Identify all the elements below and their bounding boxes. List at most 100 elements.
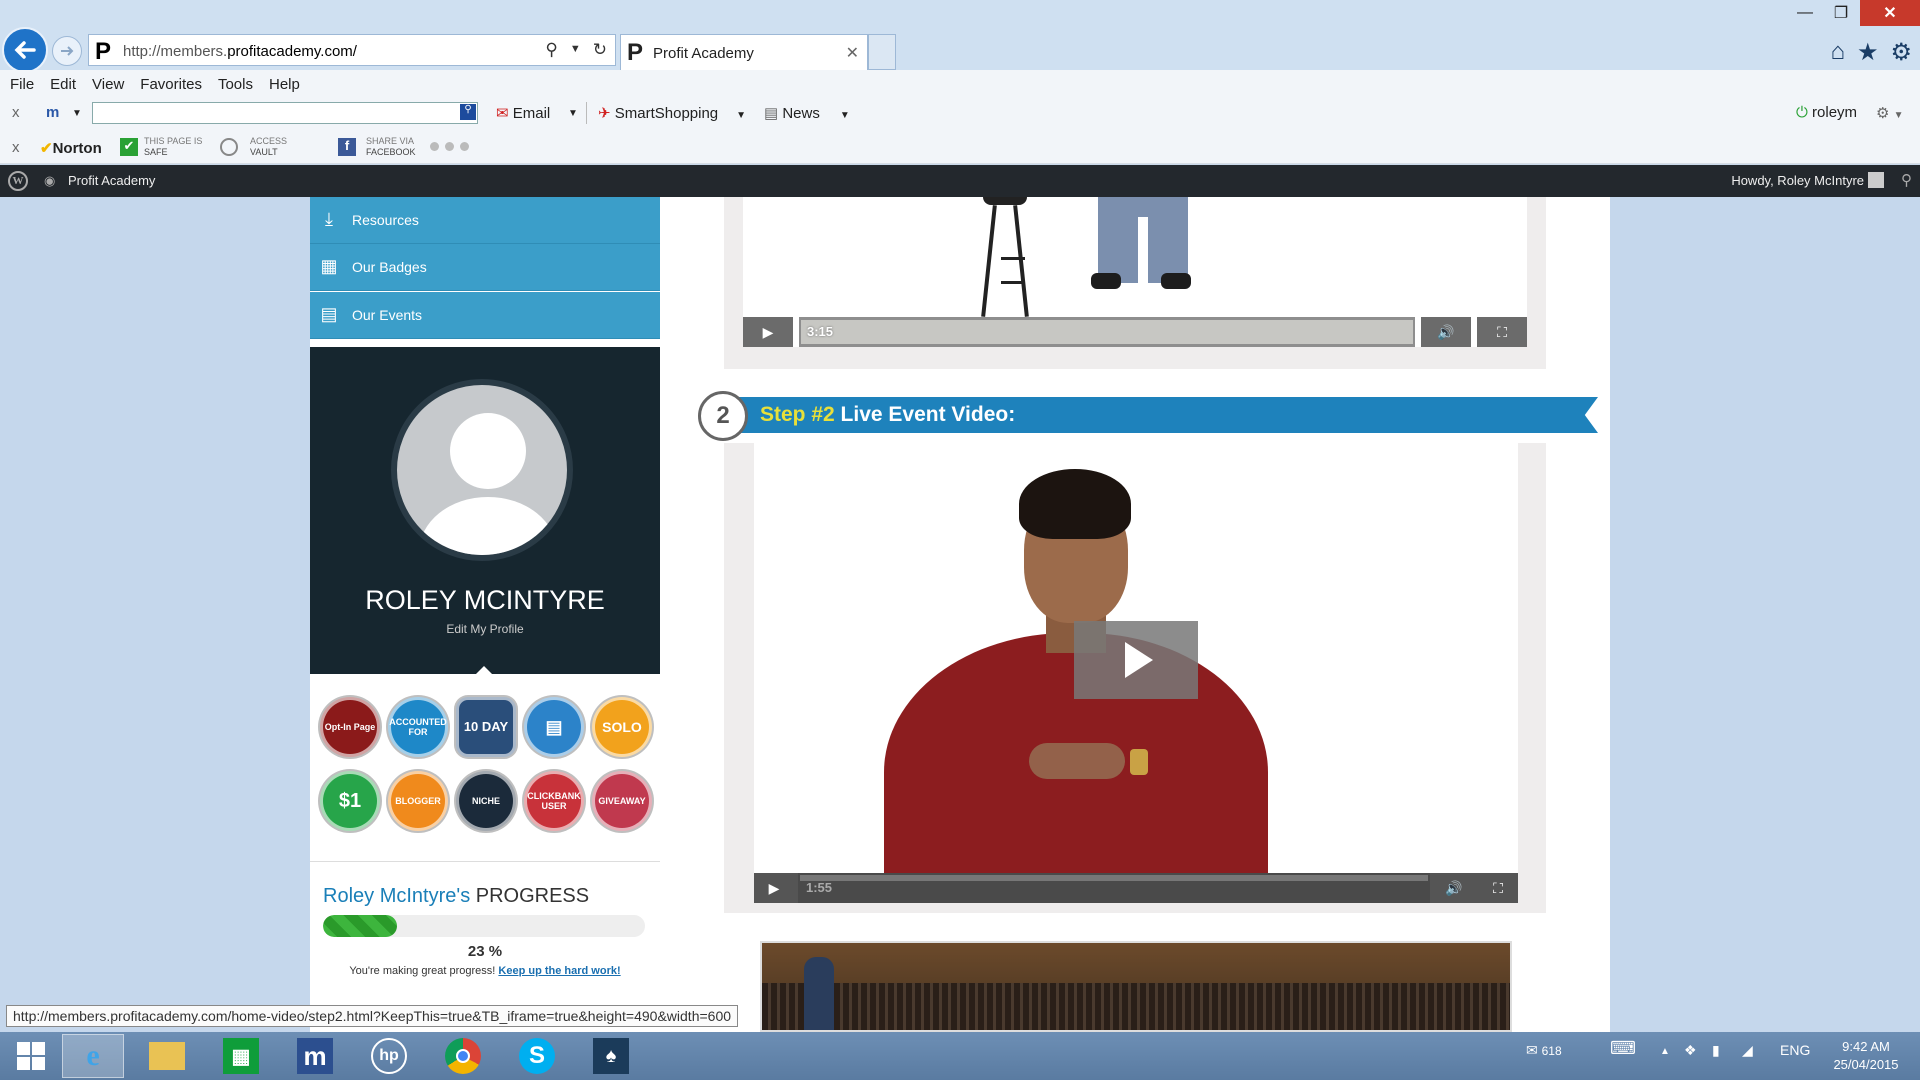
divider: [310, 861, 660, 862]
minimize-button[interactable]: —: [1790, 0, 1820, 26]
network-icon[interactable]: ◢: [1742, 1042, 1753, 1059]
video-2-volume-icon[interactable]: 🔊: [1434, 873, 1474, 903]
dropdown-icon[interactable]: ▼: [570, 43, 581, 60]
video-2-player[interactable]: [754, 443, 1518, 903]
taskbar-solitaire[interactable]: ♠: [580, 1034, 642, 1078]
menu-file[interactable]: File: [10, 76, 34, 93]
taskbar-ie[interactable]: e: [62, 1034, 124, 1078]
taskbar-chrome[interactable]: [432, 1034, 494, 1078]
menu-view[interactable]: View: [92, 76, 124, 93]
battery-icon[interactable]: ▮: [1712, 1042, 1720, 1059]
tab-profit-academy[interactable]: P Profit Academy ✕: [620, 34, 868, 70]
m-dropdown-icon[interactable]: ▼: [72, 108, 82, 119]
toolbar-settings-icon[interactable]: ⚙ ▼: [1876, 104, 1904, 122]
clock[interactable]: 9:42 AM 25/04/2015: [1820, 1038, 1912, 1074]
event-audience: [762, 983, 1510, 1030]
address-url[interactable]: http://members.profitacademy.com/: [123, 43, 357, 60]
search-icon[interactable]: ⚲: [545, 40, 557, 60]
smartshopping-button[interactable]: ✈ SmartShopping ▼: [598, 104, 746, 122]
share-facebook-button[interactable]: SHARE VIA FACEBOOK: [366, 136, 416, 158]
more-dots-icon[interactable]: [430, 142, 469, 151]
taskbar-store[interactable]: ▦: [210, 1034, 272, 1078]
badge-solo[interactable]: SOLO: [592, 697, 652, 757]
video-1-volume-icon[interactable]: 🔊: [1421, 317, 1471, 347]
presenter-hands: [1029, 743, 1125, 779]
new-tab-button[interactable]: [868, 34, 896, 70]
gear-icon[interactable]: ⚙: [1890, 38, 1912, 67]
forward-button[interactable]: [52, 36, 82, 66]
dropbox-icon[interactable]: ❖: [1684, 1042, 1697, 1059]
mail-icon[interactable]: ✉ 618: [1526, 1042, 1562, 1059]
howdy-user[interactable]: Howdy, Roley McIntyre: [1731, 173, 1864, 188]
step-2-ribbon: 2 Step #2 Live Event Video:: [698, 391, 1598, 441]
taskbar-hp[interactable]: hp: [358, 1034, 420, 1078]
site-name-link[interactable]: Profit Academy: [68, 173, 155, 188]
taskbar-explorer[interactable]: [136, 1034, 198, 1078]
maximize-button[interactable]: ❐: [1824, 0, 1858, 26]
page-safe-status[interactable]: THIS PAGE IS SAFE: [144, 136, 202, 158]
show-hidden-icons[interactable]: ▲: [1660, 1046, 1670, 1057]
video-2-play-button[interactable]: ▶: [754, 873, 794, 903]
close-window-button[interactable]: ✕: [1860, 0, 1920, 26]
badge-giveaway[interactable]: GIVEAWAY: [592, 771, 652, 831]
power-icon: ⏻: [1796, 104, 1813, 121]
badge-10-day[interactable]: 10 DAY: [456, 697, 516, 757]
menu-favorites[interactable]: Favorites: [140, 76, 202, 93]
admin-search-icon[interactable]: ⚲: [1901, 171, 1912, 189]
taskbar-mindspark[interactable]: m: [284, 1034, 346, 1078]
address-bar[interactable]: P http://members.profitacademy.com/ ⚲ ▼ …: [88, 34, 616, 66]
video-2-seekbar[interactable]: 1:55: [798, 873, 1430, 903]
news-button[interactable]: ▤ News ▼: [764, 104, 850, 122]
badge-blogger[interactable]: BLOGGER: [388, 771, 448, 831]
toolbar-search-dropdown-icon[interactable]: ▼: [568, 108, 578, 119]
refresh-icon[interactable]: ↻: [593, 40, 607, 60]
close-toolbar-icon[interactable]: x: [12, 104, 20, 121]
menu-edit[interactable]: Edit: [50, 76, 76, 93]
toolbar-search-input[interactable]: [92, 102, 478, 124]
play-icon: [1125, 642, 1153, 678]
badge-clickbank[interactable]: CLICKBANK USER: [524, 771, 584, 831]
status-bar-url: http://members.profitacademy.com/home-vi…: [6, 1005, 739, 1027]
video-2-controls: ▶ 1:55 🔊 ⛶: [754, 873, 1518, 903]
access-vault-button[interactable]: ACCESS VAULT: [250, 136, 287, 158]
video-1-fullscreen-icon[interactable]: ⛶: [1477, 317, 1527, 347]
close-norton-icon[interactable]: x: [12, 139, 20, 156]
home-icon[interactable]: ⌂: [1830, 38, 1845, 67]
favorites-star-icon[interactable]: ★: [1857, 38, 1879, 67]
dashboard-icon: ◉: [44, 173, 56, 188]
close-tab-icon[interactable]: ✕: [846, 43, 859, 63]
sidebar-item-resources[interactable]: ⤓ Resources: [310, 197, 660, 244]
keep-up-link[interactable]: Keep up the hard work!: [498, 965, 620, 977]
start-button[interactable]: [0, 1034, 62, 1078]
wordpress-icon[interactable]: W: [8, 171, 28, 191]
menu-tools[interactable]: Tools: [218, 76, 253, 93]
m-logo-icon[interactable]: m: [46, 104, 59, 121]
video-2-fullscreen-icon[interactable]: ⛶: [1478, 873, 1518, 903]
admin-avatar[interactable]: [1868, 172, 1884, 188]
video-2-big-play-button[interactable]: [1074, 621, 1198, 699]
keyboard-icon[interactable]: ⌨: [1610, 1038, 1636, 1059]
norton-logo[interactable]: ✔Norton: [40, 139, 102, 157]
toolbar-search-button[interactable]: ⚲: [460, 104, 476, 120]
video-3-thumbnail[interactable]: [760, 941, 1512, 1032]
toolbar-divider: [586, 102, 587, 124]
avatar[interactable]: [391, 379, 573, 561]
email-button[interactable]: ✉ Email: [496, 104, 550, 122]
badge-niche[interactable]: NICHE: [456, 771, 516, 831]
video-1-play-button[interactable]: ▶: [743, 317, 793, 347]
sidebar-item-badges[interactable]: ▦ Our Badges: [310, 244, 660, 291]
badge-accounted[interactable]: ACCOUNTED FOR: [388, 697, 448, 757]
video-1-seekbar[interactable]: 3:15: [799, 317, 1415, 347]
back-button[interactable]: [2, 27, 48, 73]
badge-dollar[interactable]: $1: [320, 771, 380, 831]
user-button[interactable]: ⏻ roleym: [1796, 104, 1857, 121]
sidebar-item-events[interactable]: ▤ Our Events: [310, 292, 660, 339]
taskbar-skype[interactable]: S: [506, 1034, 568, 1078]
menu-help[interactable]: Help: [269, 76, 300, 93]
language-indicator[interactable]: ENG: [1780, 1042, 1810, 1058]
avatar-body: [419, 497, 557, 555]
badge-document[interactable]: ▤: [524, 697, 584, 757]
seekbar-track: [800, 875, 1428, 881]
badge-optin[interactable]: Opt-In Page: [320, 697, 380, 757]
edit-profile-link[interactable]: Edit My Profile: [310, 622, 660, 636]
